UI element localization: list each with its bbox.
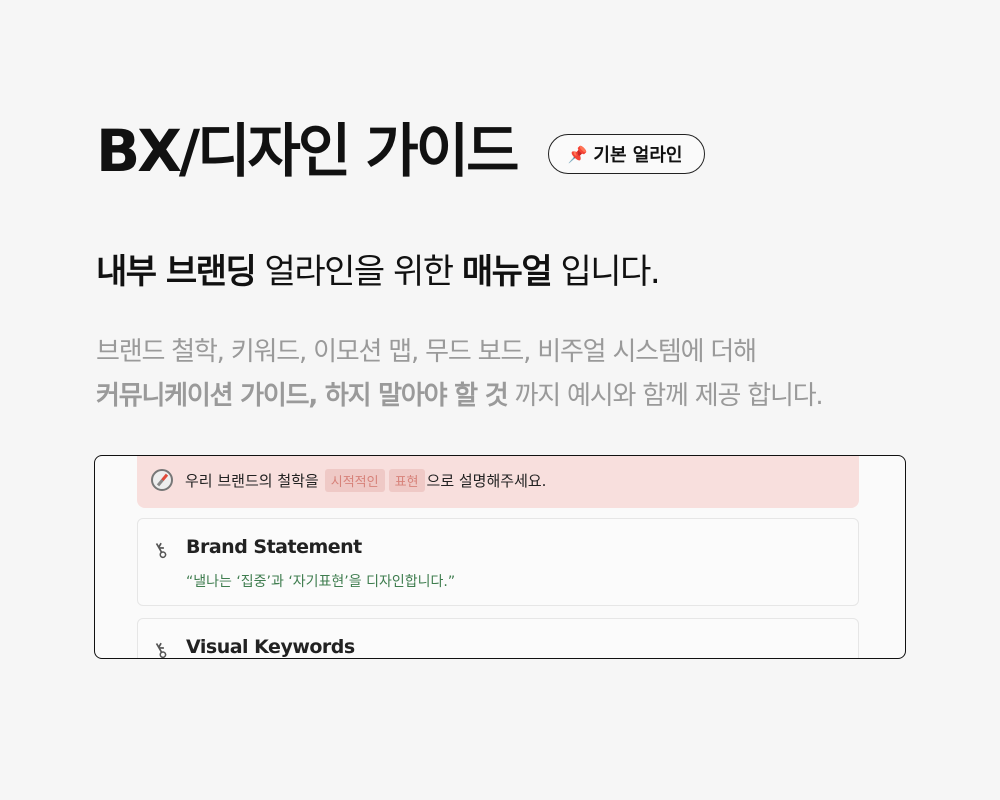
compass-icon <box>151 469 173 491</box>
badge-label: 기본 얼라인 <box>593 145 683 166</box>
page-title: BX/디자인 가이드 <box>96 117 519 185</box>
pushpin-icon: 📌 <box>567 144 588 164</box>
badge: 📌 기본 얼라인 <box>548 134 706 174</box>
preview-frame: 우리 브랜드의 철학을 시적적인 표현 으로 설명해주세요. ⚷ Brand S… <box>94 455 906 659</box>
headline-text-2: 입니다. <box>551 252 661 292</box>
description-rest: 까지 예시와 함께 제공 합니다. <box>507 381 824 411</box>
description-line-2: 커뮤니케이션 가이드, 하지 말아야 할 것 까지 예시와 함께 제공 합니다. <box>96 374 824 418</box>
card-title: Brand Statement <box>186 536 362 558</box>
card-title: Visual Keywords <box>186 636 355 658</box>
headline-bold-2: 매뉴얼 <box>461 252 553 292</box>
description-bold: 커뮤니케이션 가이드, 하지 말아야 할 것 <box>96 381 509 411</box>
key-icon: ⚷ <box>147 635 173 659</box>
headline-bold-1: 내부 브랜딩 <box>96 252 257 292</box>
callout-tag: 시적적인 <box>324 468 385 492</box>
callout: 우리 브랜드의 철학을 시적적인 표현 으로 설명해주세요. <box>137 456 859 508</box>
description: 브랜드 철학, 키워드, 이모션 맵, 무드 보드, 비주얼 시스템에 더해 커… <box>96 330 824 418</box>
callout-tag: 표현 <box>388 468 425 492</box>
callout-text-before: 우리 브랜드의 철학을 <box>185 471 319 490</box>
brand-statement-card[interactable]: ⚷ Brand Statement “낼나는 ‘집중’과 ‘자기표현’을 디자인… <box>137 518 859 606</box>
callout-text-after: 으로 설명해주세요. <box>426 471 547 490</box>
title-row: BX/디자인 가이드 📌 기본 얼라인 <box>96 117 706 185</box>
key-icon: ⚷ <box>147 535 173 564</box>
brand-statement-quote: “낼나는 ‘집중’과 ‘자기표현’을 디자인합니다.” <box>186 574 456 590</box>
description-line-1: 브랜드 철학, 키워드, 이모션 맵, 무드 보드, 비주얼 시스템에 더해 <box>96 337 757 367</box>
headline: 내부 브랜딩 얼라인을 위한 매뉴얼 입니다. <box>96 244 661 293</box>
headline-text-1: 얼라인을 위한 <box>255 252 462 292</box>
visual-keywords-card[interactable]: ⚷ Visual Keywords <box>137 618 859 659</box>
